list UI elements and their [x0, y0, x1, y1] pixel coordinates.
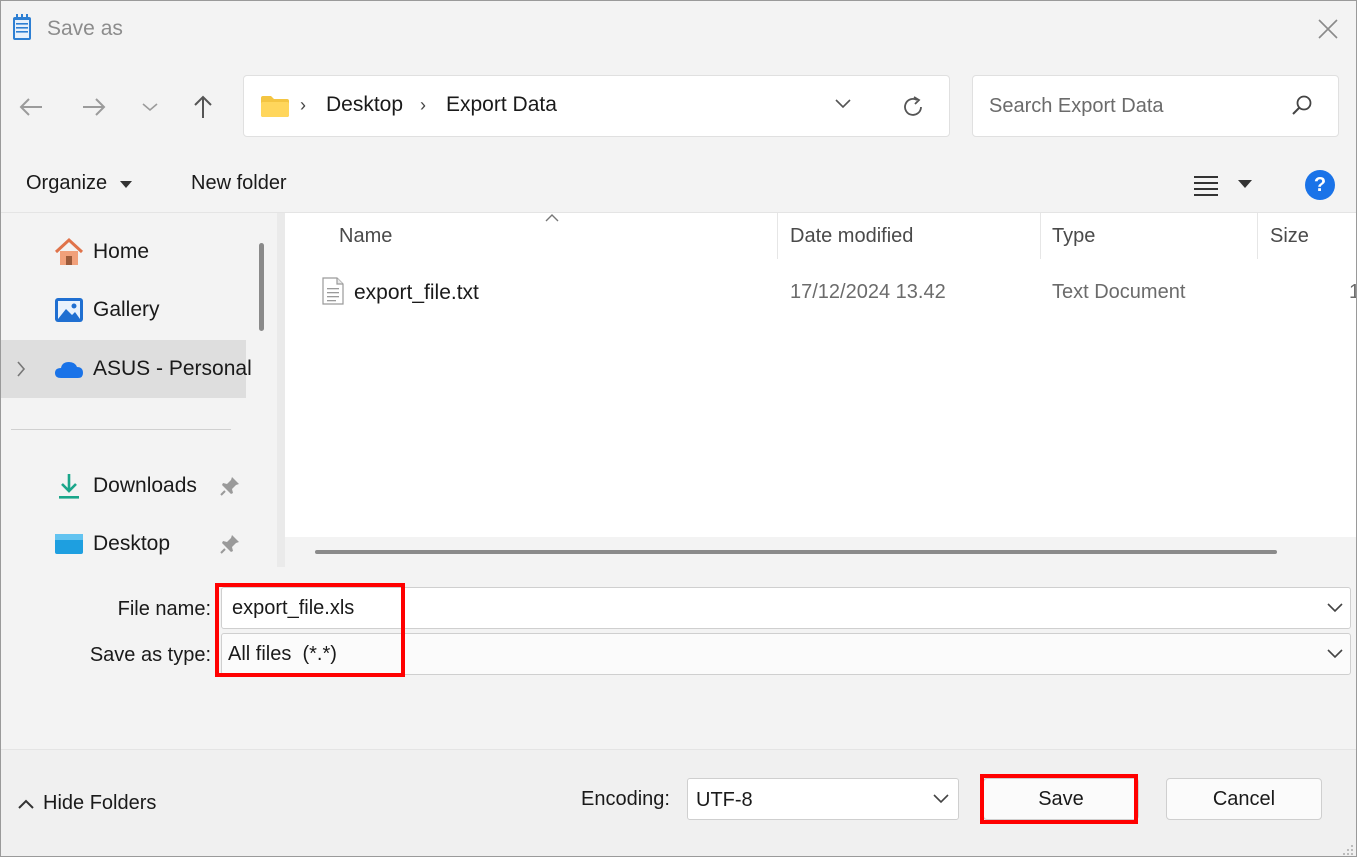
breadcrumb-export-data[interactable]: Export Data [446, 93, 557, 117]
save-as-type-label: Save as type: [89, 644, 211, 666]
highlight-box-save [980, 774, 1138, 824]
encoding-value: UTF-8 [696, 789, 753, 811]
caret-down-icon[interactable] [1237, 179, 1253, 189]
home-icon [54, 237, 84, 265]
refresh-icon[interactable] [900, 94, 926, 120]
sort-ascending-icon [545, 214, 559, 222]
breadcrumb-separator: › [420, 95, 426, 115]
search-box[interactable]: Search Export Data [972, 75, 1339, 137]
file-name-label: File name: [117, 598, 211, 620]
address-bar[interactable]: › Desktop › Export Data [243, 75, 950, 137]
sidebar-divider [11, 429, 231, 430]
file-date-modified: 17/12/2024 13.42 [790, 281, 946, 303]
column-header-size[interactable]: Size [1270, 225, 1309, 248]
sidebar-item-label: Gallery [93, 298, 160, 321]
desktop-icon [55, 534, 83, 554]
text-file-icon [322, 277, 344, 305]
view-options-icon[interactable] [1193, 173, 1219, 197]
sidebar-item-downloads[interactable]: Downloads [1, 457, 246, 515]
chevron-down-icon[interactable] [834, 96, 852, 110]
title-bar: Save as [1, 1, 1356, 57]
scrollbar-thumb[interactable] [315, 550, 1277, 554]
gallery-icon [55, 298, 83, 322]
search-icon[interactable] [1290, 94, 1314, 118]
navigation-pane-scrollbar[interactable] [259, 243, 264, 331]
sidebar-item-label: Home [93, 240, 150, 263]
pin-icon[interactable] [219, 475, 241, 497]
sidebar-item-label: ASUS - Personal [93, 357, 252, 380]
breadcrumb-separator: › [300, 95, 306, 115]
new-folder-button[interactable]: New folder [191, 172, 287, 195]
recent-locations-button[interactable] [130, 87, 170, 127]
save-as-dialog: Save as › Desktop › Export Data Search E… [0, 0, 1357, 857]
chevron-down-icon[interactable] [1326, 600, 1344, 614]
encoding-label: Encoding: [581, 788, 670, 810]
up-button[interactable] [183, 87, 223, 127]
dialog-footer: Hide Folders Encoding: UTF-8 Save Cancel [1, 749, 1356, 856]
cancel-button[interactable]: Cancel [1166, 778, 1322, 820]
chevron-up-icon [18, 799, 34, 809]
chevron-right-icon[interactable] [15, 360, 27, 378]
encoding-select[interactable]: UTF-8 [687, 778, 959, 820]
file-size: 1 [1349, 281, 1356, 304]
column-separator[interactable] [1257, 213, 1258, 259]
navigation-pane: Home Gallery ASUS - Personal Downloads D… [1, 213, 277, 567]
back-button[interactable] [11, 87, 51, 127]
arrow-up-icon [194, 95, 212, 118]
sidebar-item-desktop[interactable]: Desktop [1, 515, 246, 573]
column-separator[interactable] [777, 213, 778, 259]
column-header-type[interactable]: Type [1052, 225, 1095, 248]
window-title: Save as [47, 17, 123, 40]
file-list: Name Date modified Type Size export_file… [285, 213, 1356, 567]
organize-button[interactable]: Organize [26, 172, 133, 195]
chevron-down-icon[interactable] [932, 791, 950, 805]
notepad-icon [13, 14, 31, 40]
command-toolbar: Organize New folder ? [1, 157, 1356, 213]
close-icon [1318, 19, 1338, 39]
organize-label: Organize [26, 172, 108, 194]
downloads-icon [59, 474, 79, 499]
breadcrumb-desktop[interactable]: Desktop [326, 93, 403, 117]
file-name: export_file.txt [354, 281, 479, 304]
file-row[interactable]: export_file.txt 17/12/2024 13.42 Text Do… [285, 271, 1356, 311]
highlight-box-filename-type [215, 583, 405, 677]
sidebar-item-home[interactable]: Home [1, 223, 246, 281]
sidebar-item-label: Desktop [93, 532, 171, 555]
file-type: Text Document [1052, 281, 1186, 303]
sidebar-item-asus-personal[interactable]: ASUS - Personal [1, 340, 252, 398]
sidebar-item-gallery[interactable]: Gallery [1, 281, 246, 339]
horizontal-scrollbar[interactable] [285, 537, 1356, 567]
chevron-down-icon[interactable] [1326, 646, 1344, 660]
onedrive-cloud-icon [55, 362, 83, 378]
caret-down-icon [119, 180, 132, 188]
save-form: File name: export_file.xls Save as type:… [1, 567, 1356, 749]
column-separator[interactable] [1040, 213, 1041, 259]
close-button[interactable] [1300, 1, 1356, 57]
chevron-down-icon [142, 103, 158, 112]
search-input[interactable]: Search Export Data [989, 95, 1164, 118]
pane-splitter[interactable] [277, 213, 285, 567]
pin-icon[interactable] [219, 533, 241, 555]
arrow-left-icon [19, 98, 42, 116]
arrow-right-icon [83, 98, 106, 116]
column-header-date-modified[interactable]: Date modified [790, 225, 913, 248]
hide-folders-button[interactable]: Hide Folders [17, 792, 156, 815]
navigation-bar: › Desktop › Export Data Search Export Da… [1, 57, 1356, 157]
folder-icon [261, 96, 289, 117]
column-header-name[interactable]: Name [339, 225, 392, 248]
sidebar-item-label: Downloads [93, 474, 197, 497]
resize-grip-icon[interactable] [1340, 842, 1354, 856]
forward-button[interactable] [74, 87, 114, 127]
hide-folders-label: Hide Folders [43, 792, 157, 814]
help-button[interactable]: ? [1305, 170, 1335, 200]
